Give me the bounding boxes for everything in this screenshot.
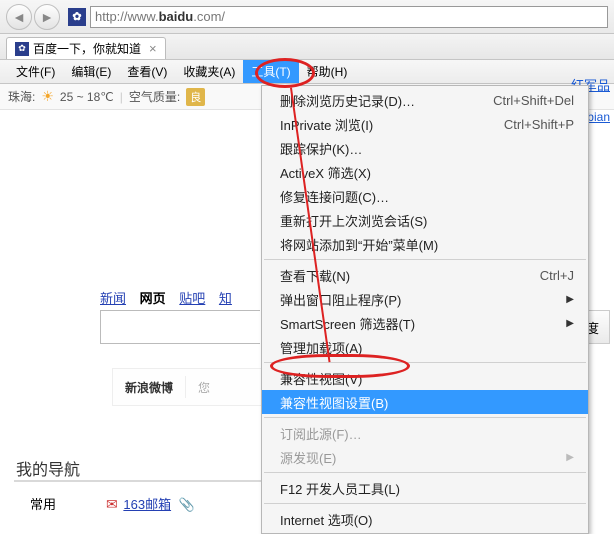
search-row	[100, 310, 260, 344]
menu-separator	[264, 417, 586, 418]
search-input[interactable]	[100, 310, 260, 344]
shortcut: Ctrl+Shift+Del	[493, 93, 574, 108]
menu-reopen-label: 重新打开上次浏览会话(S)	[280, 211, 427, 230]
menu-compat-view-label: 兼容性视图(V)	[280, 369, 362, 388]
menu-activex-label: ActiveX 筛选(X)	[280, 163, 371, 182]
menu-manage-addons[interactable]: 管理加载项(A)	[262, 335, 588, 359]
menu-file[interactable]: 文件(F)	[8, 60, 63, 83]
menu-edit[interactable]: 编辑(E)	[63, 60, 119, 83]
bottom-common[interactable]: 常用	[30, 494, 56, 513]
menu-bar: 文件(F) 编辑(E) 查看(V) 收藏夹(A) 工具(T) 帮助(H)	[0, 60, 614, 84]
weather-city: 珠海:	[8, 88, 35, 105]
mid-tab-you[interactable]: 您	[186, 379, 222, 396]
browser-tab[interactable]: ✿ 百度一下，你就知道 ×	[6, 37, 166, 59]
menu-f12-devtools[interactable]: F12 开发人员工具(L)	[262, 476, 588, 500]
menu-add-start-label: 将网站添加到“开始”菜单(M)	[280, 235, 438, 254]
cat-web[interactable]: 网页	[140, 291, 166, 306]
menu-downloads-label: 查看下载(N)	[280, 266, 350, 285]
url-suffix: .com/	[193, 9, 225, 24]
menu-subscribe-feed[interactable]: 订阅此源(F)…	[262, 421, 588, 445]
menu-separator	[264, 259, 586, 260]
menu-feed-discovery[interactable]: 源发现(E) ▶	[262, 445, 588, 469]
url-host: baidu	[159, 9, 194, 24]
weather-temp: 25 ~ 18℃	[60, 90, 114, 104]
menu-separator	[264, 362, 586, 363]
sun-icon: ☀	[41, 88, 54, 105]
menu-compat-view[interactable]: 兼容性视图(V)	[262, 366, 588, 390]
tab-close-icon[interactable]: ×	[149, 41, 157, 56]
menu-compat-settings-label: 兼容性视图设置(B)	[280, 393, 388, 412]
tab-title: 百度一下，你就知道	[33, 40, 141, 57]
pin-icon[interactable]: 📎	[179, 497, 195, 512]
submenu-arrow-icon: ▶	[566, 452, 574, 463]
menu-favorites[interactable]: 收藏夹(A)	[175, 60, 243, 83]
section-divider	[14, 480, 264, 482]
site-favicon: ✿	[68, 8, 86, 26]
menu-popup-blocker[interactable]: 弹出窗口阻止程序(P) ▶	[262, 287, 588, 311]
cat-tieba[interactable]: 贴吧	[179, 291, 205, 306]
menu-add-to-start[interactable]: 将网站添加到“开始”菜单(M)	[262, 232, 588, 256]
menu-view-downloads[interactable]: 查看下载(N) Ctrl+J	[262, 263, 588, 287]
menu-delete-history[interactable]: 删除浏览历史记录(D)… Ctrl+Shift+Del	[262, 88, 588, 112]
menu-activex[interactable]: ActiveX 筛选(X)	[262, 160, 588, 184]
tabs-row: ✿ 百度一下，你就知道 ×	[0, 34, 614, 60]
address-bar[interactable]: http://www.baidu.com/	[90, 6, 608, 28]
mid-tabs: 新浪微博 您	[112, 368, 262, 406]
submenu-arrow-icon: ▶	[566, 294, 574, 305]
baidu-category-nav: 新闻 网页 贴吧 知	[100, 288, 242, 307]
menu-reopen-session[interactable]: 重新打开上次浏览会话(S)	[262, 208, 588, 232]
shortcut: Ctrl+J	[540, 268, 574, 283]
cat-know[interactable]: 知	[219, 291, 232, 306]
menu-feed-discover-label: 源发现(E)	[280, 448, 336, 467]
menu-subscribe-label: 订阅此源(F)…	[280, 424, 362, 443]
menu-popup-label: 弹出窗口阻止程序(P)	[280, 290, 401, 309]
nav-toolbar: ◄ ► ✿ http://www.baidu.com/	[0, 0, 614, 34]
mail-icon: ✉	[106, 496, 118, 512]
menu-tools[interactable]: 工具(T)	[243, 60, 298, 83]
menu-inet-options-label: Internet 选项(O)	[280, 510, 372, 529]
menu-compat-view-settings[interactable]: 兼容性视图设置(B)	[262, 390, 588, 414]
submenu-arrow-icon: ▶	[566, 318, 574, 329]
link-163mail[interactable]: ✉ 163邮箱 📎	[106, 494, 195, 513]
tools-dropdown: 删除浏览历史记录(D)… Ctrl+Shift+Del InPrivate 浏览…	[261, 85, 589, 534]
menu-delete-history-label: 删除浏览历史记录(D)…	[280, 91, 415, 110]
menu-tracking-label: 跟踪保护(K)…	[280, 139, 362, 158]
menu-addons-label: 管理加载项(A)	[280, 338, 362, 357]
link-163mail-label: 163邮箱	[123, 497, 171, 512]
menu-smartscreen-label: SmartScreen 筛选器(T)	[280, 314, 415, 333]
aqi-label: 空气质量:	[129, 88, 180, 105]
back-button[interactable]: ◄	[6, 4, 32, 30]
mid-tab-weibo[interactable]: 新浪微博	[113, 379, 185, 396]
forward-button[interactable]: ►	[34, 4, 60, 30]
section-my-nav: 我的导航	[16, 456, 80, 480]
cat-news[interactable]: 新闻	[100, 291, 126, 306]
menu-separator	[264, 472, 586, 473]
shortcut: Ctrl+Shift+P	[504, 117, 574, 132]
url-prefix: http://www.	[95, 9, 159, 24]
menu-inprivate[interactable]: InPrivate 浏览(I) Ctrl+Shift+P	[262, 112, 588, 136]
tab-favicon: ✿	[15, 42, 29, 56]
menu-fix-conn-label: 修复连接问题(C)…	[280, 187, 389, 206]
menu-tracking[interactable]: 跟踪保护(K)…	[262, 136, 588, 160]
aqi-badge: 良	[186, 88, 205, 106]
menu-help[interactable]: 帮助(H)	[299, 60, 356, 83]
bottom-row: 常用 ✉ 163邮箱 📎	[30, 494, 195, 513]
menu-fix-connection[interactable]: 修复连接问题(C)…	[262, 184, 588, 208]
menu-view[interactable]: 查看(V)	[119, 60, 175, 83]
menu-smartscreen[interactable]: SmartScreen 筛选器(T) ▶	[262, 311, 588, 335]
menu-separator	[264, 503, 586, 504]
menu-devtools-label: F12 开发人员工具(L)	[280, 479, 400, 498]
menu-inprivate-label: InPrivate 浏览(I)	[280, 115, 373, 134]
